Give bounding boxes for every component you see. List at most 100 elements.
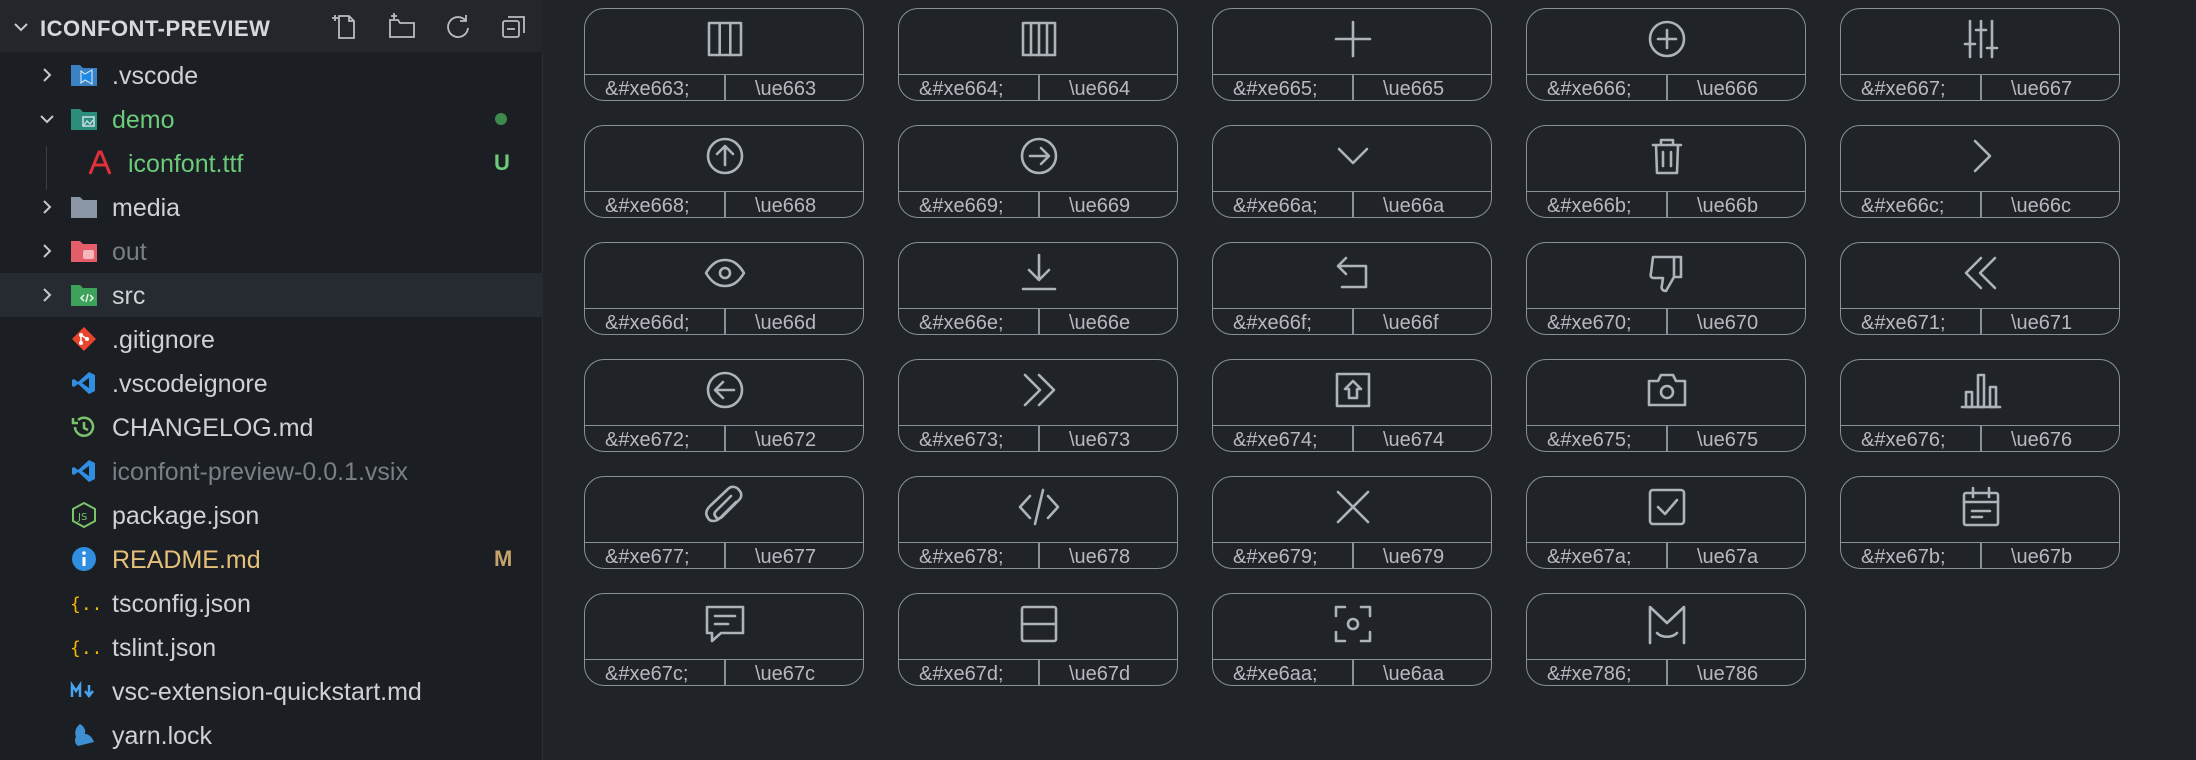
- divider: [1352, 660, 1354, 685]
- chevron-right-icon[interactable]: [38, 286, 56, 304]
- icon-card[interactable]: &#xe66f; \ue66f: [1212, 242, 1492, 335]
- icon-card[interactable]: &#xe786; \ue786: [1526, 593, 1806, 686]
- icon-codes: &#xe668; \ue668: [585, 191, 863, 217]
- icon-codes: &#xe67d; \ue67d: [899, 659, 1177, 685]
- code-icon: [1016, 484, 1062, 530]
- icon-card[interactable]: &#xe66c; \ue66c: [1840, 125, 2120, 218]
- tree-item-label: iconfont-preview-0.0.1.vsix: [112, 458, 408, 486]
- chevron-down-icon[interactable]: [38, 110, 56, 128]
- icon-card[interactable]: &#xe675; \ue675: [1526, 359, 1806, 452]
- icon-card[interactable]: &#xe663; \ue663: [584, 8, 864, 101]
- tree-item-readme[interactable]: README.md M: [0, 537, 543, 581]
- refresh-icon[interactable]: [442, 11, 474, 43]
- icon-codes: &#xe67b; \ue67b: [1841, 542, 2119, 568]
- icon-card[interactable]: &#xe66a; \ue66a: [1212, 125, 1492, 218]
- icon-card[interactable]: &#xe6aa; \ue6aa: [1212, 593, 1492, 686]
- bar-chart-icon: [1958, 367, 2004, 413]
- git-icon: [72, 327, 96, 351]
- html-entity-code: &#xe671;: [1861, 312, 1946, 334]
- icon-card[interactable]: &#xe664; \ue664: [898, 8, 1178, 101]
- explorer-header[interactable]: ICONFONT-PREVIEW: [0, 0, 543, 52]
- tree-item-gitignore[interactable]: .gitignore: [0, 317, 543, 361]
- tree-item-out[interactable]: out: [0, 229, 543, 273]
- tree-item-changelog[interactable]: CHANGELOG.md: [0, 405, 543, 449]
- chevron-down-icon[interactable]: [12, 18, 30, 36]
- icon-card[interactable]: &#xe672; \ue672: [584, 359, 864, 452]
- icon-card[interactable]: &#xe66b; \ue66b: [1526, 125, 1806, 218]
- icon-card[interactable]: &#xe67a; \ue67a: [1526, 476, 1806, 569]
- collapse-all-icon[interactable]: [498, 11, 530, 43]
- new-folder-icon[interactable]: [386, 11, 418, 43]
- icon-codes: &#xe678; \ue678: [899, 542, 1177, 568]
- divider: [724, 192, 726, 217]
- divider: [1038, 660, 1040, 685]
- css-unicode-code: \ue667: [2011, 78, 2073, 100]
- icon-codes: &#xe670; \ue670: [1527, 308, 1805, 334]
- html-entity-code: &#xe6aa;: [1233, 663, 1318, 685]
- tree-item-iconfont-ttf[interactable]: iconfont.ttf U: [0, 141, 543, 185]
- divider: [1980, 75, 1982, 100]
- icon-card[interactable]: &#xe669; \ue669: [898, 125, 1178, 218]
- tree-item-demo[interactable]: demo: [0, 97, 543, 141]
- icon-card[interactable]: &#xe66d; \ue66d: [584, 242, 864, 335]
- yarn-icon: [74, 724, 94, 746]
- icon-card[interactable]: &#xe66e; \ue66e: [898, 242, 1178, 335]
- icon-card[interactable]: &#xe679; \ue679: [1212, 476, 1492, 569]
- icon-card[interactable]: &#xe671; \ue671: [1840, 242, 2120, 335]
- tree-item-vscodeignore[interactable]: .vscodeignore: [0, 361, 543, 405]
- icon-card[interactable]: &#xe678; \ue678: [898, 476, 1178, 569]
- tree-item-media[interactable]: media: [0, 185, 543, 229]
- icon-card[interactable]: &#xe667; \ue667: [1840, 8, 2120, 101]
- tree-item-tslint[interactable]: {..} tslint.json: [0, 625, 543, 669]
- chevron-right-icon[interactable]: [38, 198, 56, 216]
- tree-item-quickstart[interactable]: vsc-extension-quickstart.md: [0, 669, 543, 713]
- split-horizontal-icon: [1016, 601, 1062, 647]
- vscode-icon: [72, 372, 95, 394]
- css-unicode-code: \ue675: [1697, 429, 1759, 451]
- tree-item-tsconfig[interactable]: {..} tsconfig.json: [0, 581, 543, 625]
- thumbs-down-icon: [1644, 250, 1690, 296]
- explorer-sidebar: ICONFONT-PREVIEW .vscode demo iconfont.t…: [0, 0, 543, 760]
- icon-codes: &#xe665; \ue665: [1213, 74, 1491, 100]
- tree-item-label: vsc-extension-quickstart.md: [112, 678, 422, 706]
- icon-card[interactable]: &#xe677; \ue677: [584, 476, 864, 569]
- tree-item-yarn-lock[interactable]: yarn.lock: [0, 713, 543, 757]
- new-file-icon[interactable]: [330, 11, 362, 43]
- divider: [724, 75, 726, 100]
- icon-card[interactable]: &#xe670; \ue670: [1526, 242, 1806, 335]
- arrow-right-circle-icon: [1016, 133, 1062, 179]
- tree-item-vsix[interactable]: iconfont-preview-0.0.1.vsix: [0, 449, 543, 493]
- icon-card[interactable]: &#xe67c; \ue67c: [584, 593, 864, 686]
- css-unicode-code: \ue66a: [1383, 195, 1445, 217]
- tree-item-vscode[interactable]: .vscode: [0, 53, 543, 97]
- download-icon: [1016, 250, 1062, 296]
- divider: [1980, 543, 1982, 568]
- chevron-right-icon[interactable]: [38, 66, 56, 84]
- eye-icon: [702, 250, 748, 296]
- icon-card[interactable]: &#xe666; \ue666: [1526, 8, 1806, 101]
- camera-icon: [1644, 367, 1690, 413]
- trash-icon: [1644, 133, 1690, 179]
- css-unicode-code: \ue67b: [2011, 546, 2073, 568]
- divider: [1038, 75, 1040, 100]
- tree-item-label: .vscode: [112, 62, 199, 90]
- divider: [1666, 192, 1668, 217]
- css-unicode-code: \ue786: [1697, 663, 1759, 685]
- divider: [1666, 543, 1668, 568]
- icon-card[interactable]: &#xe676; \ue676: [1840, 359, 2120, 452]
- html-entity-code: &#xe66b;: [1547, 195, 1632, 217]
- tree-item-src[interactable]: src: [0, 273, 543, 317]
- icon-card[interactable]: &#xe67d; \ue67d: [898, 593, 1178, 686]
- icon-card[interactable]: &#xe665; \ue665: [1212, 8, 1492, 101]
- icon-card[interactable]: &#xe673; \ue673: [898, 359, 1178, 452]
- svg-text:{..}: {..}: [70, 638, 98, 659]
- tree-item-package-json[interactable]: JS package.json: [0, 493, 543, 537]
- icon-card[interactable]: &#xe674; \ue674: [1212, 359, 1492, 452]
- icon-card[interactable]: &#xe67b; \ue67b: [1840, 476, 2120, 569]
- css-unicode-code: \ue665: [1383, 78, 1445, 100]
- html-entity-code: &#xe679;: [1233, 546, 1318, 568]
- tree-item-label: tsconfig.json: [112, 590, 251, 618]
- icon-card[interactable]: &#xe668; \ue668: [584, 125, 864, 218]
- html-entity-code: &#xe66c;: [1861, 195, 1945, 217]
- chevron-right-icon[interactable]: [38, 242, 56, 260]
